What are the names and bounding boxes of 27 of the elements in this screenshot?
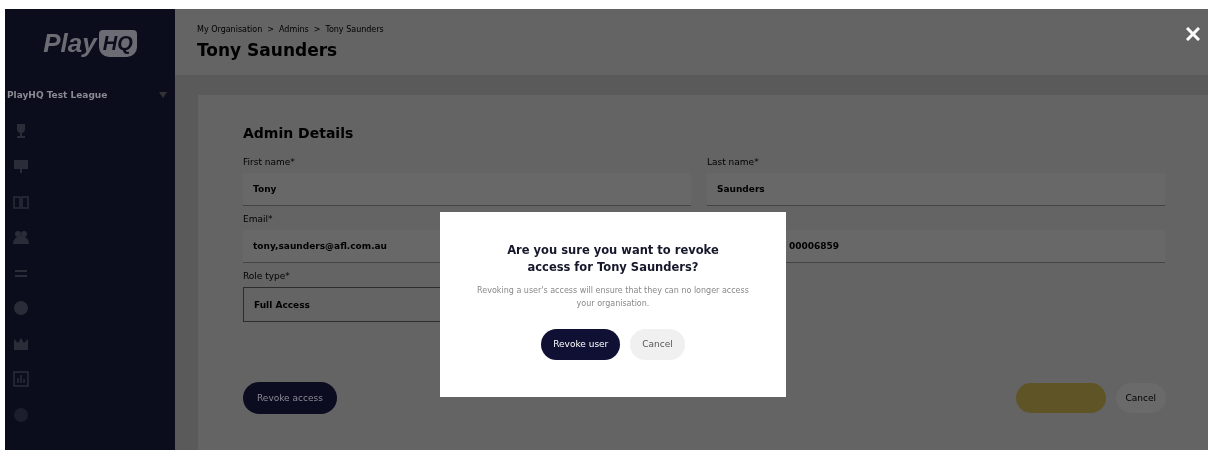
- breadcrumb-link[interactable]: Admins: [279, 24, 309, 34]
- save-button[interactable]: [1015, 383, 1106, 413]
- input-field[interactable]: Saunders: [707, 173, 1165, 206]
- input-field[interactable]: Tony: [243, 173, 691, 206]
- organisation-switcher[interactable]: PlayHQ Test League: [5, 77, 175, 113]
- revoke-user-button[interactable]: Revoke user: [541, 328, 621, 360]
- section-heading: Admin Details: [243, 125, 355, 141]
- cancel-button[interactable]: Cancel: [1115, 383, 1166, 413]
- breadcrumb-separator: >: [267, 24, 274, 34]
- book-icon: [13, 193, 29, 210]
- field-label: First name*: [243, 157, 295, 167]
- revoke-access-button[interactable]: Revoke access: [243, 382, 337, 414]
- close-icon[interactable]: [1186, 27, 1200, 41]
- field-label: Last name*: [707, 157, 759, 167]
- breadcrumb-separator: >: [313, 24, 321, 34]
- chart-icon: [13, 371, 29, 388]
- field-label: Email*: [243, 214, 273, 224]
- page-title: Tony Saunders: [197, 39, 339, 60]
- caret-icon: [159, 92, 167, 98]
- board-icon: [13, 158, 29, 175]
- breadcrumb-link[interactable]: Tony Saunders: [325, 24, 384, 34]
- breadcrumb-link[interactable]: My Organisation: [197, 24, 263, 34]
- dialog-message: Revoking a user's access will ensure that they can no longer access your organisation.: [476, 285, 750, 311]
- cancel-button[interactable]: Cancel: [630, 328, 685, 360]
- people-icon: [13, 229, 29, 246]
- logo: Play HQ: [5, 9, 175, 77]
- field-label: Role type*: [243, 271, 290, 281]
